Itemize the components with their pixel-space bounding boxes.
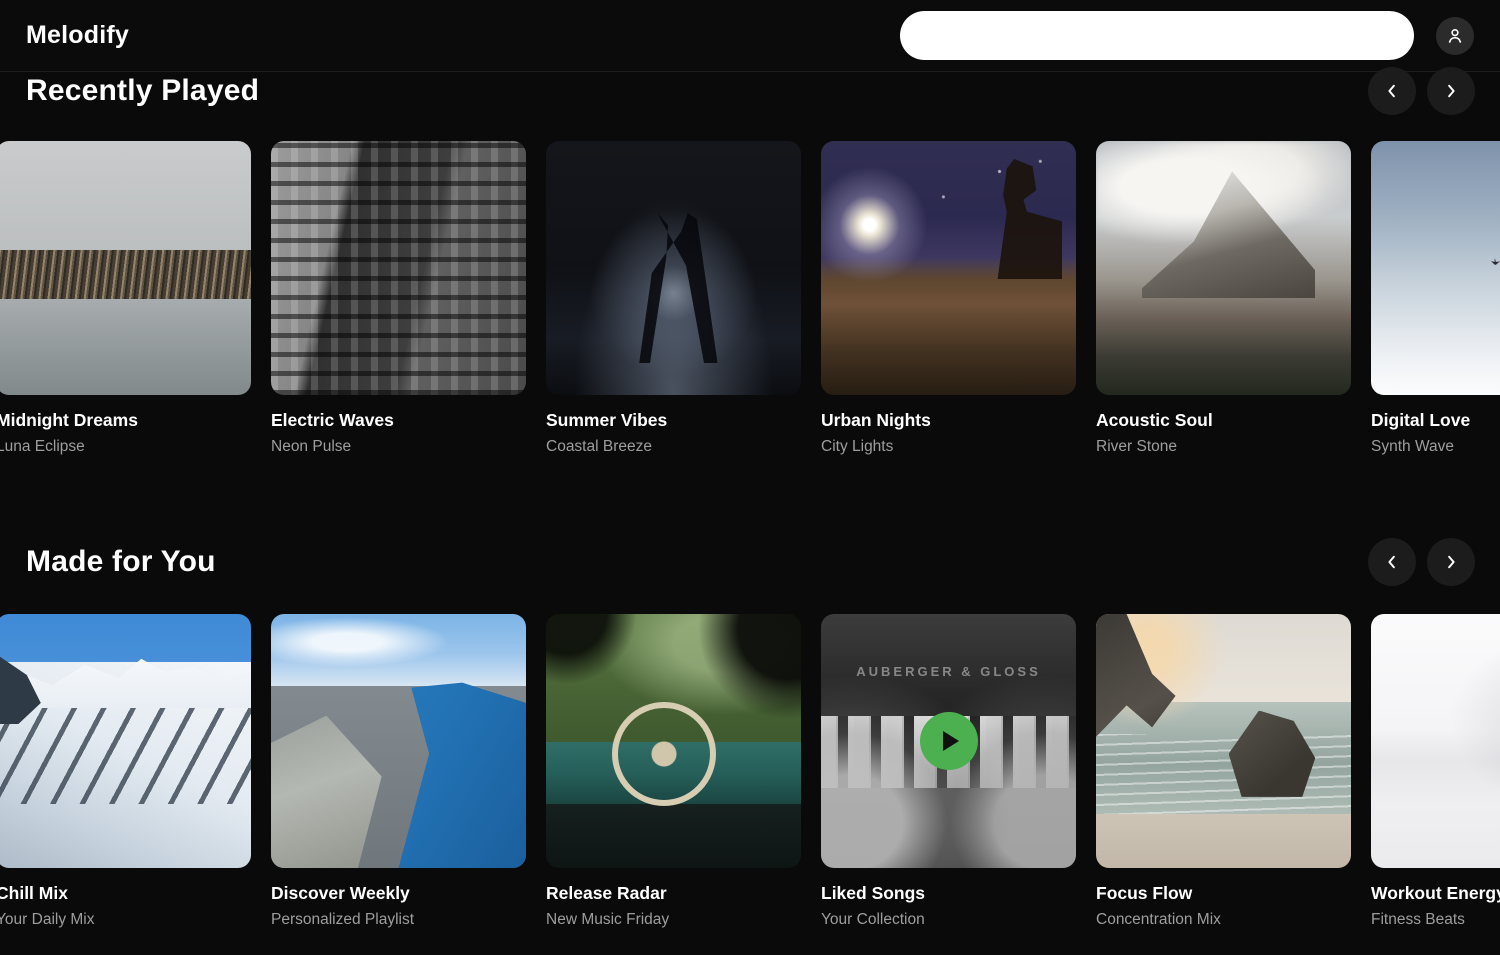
section-made-for-you: Made for You Chill Mix Your Daily Mix Di… bbox=[0, 538, 1500, 929]
card-subtitle: Personalized Playlist bbox=[271, 911, 526, 929]
album-cover bbox=[271, 141, 526, 395]
carousel-next-button[interactable] bbox=[1427, 538, 1475, 586]
user-icon bbox=[1445, 26, 1465, 46]
card-subtitle: Fitness Beats bbox=[1371, 911, 1500, 929]
app-logo[interactable]: Melodify bbox=[26, 21, 129, 50]
card-subtitle: Neon Pulse bbox=[271, 438, 526, 456]
card-title: Chill Mix bbox=[0, 883, 251, 904]
album-cover bbox=[1371, 141, 1500, 395]
section-title: Made for You bbox=[26, 545, 216, 579]
playlist-card[interactable]: Digital Love Synth Wave bbox=[1371, 141, 1500, 456]
album-cover bbox=[271, 614, 526, 868]
carousel-nav bbox=[1368, 538, 1475, 586]
chevron-right-icon bbox=[1442, 553, 1460, 571]
section-title: Recently Played bbox=[26, 74, 259, 108]
carousel-prev-button[interactable] bbox=[1368, 538, 1416, 586]
carousel-nav bbox=[1368, 67, 1475, 115]
play-button[interactable] bbox=[920, 712, 978, 770]
section-head: Made for You bbox=[0, 538, 1500, 586]
carousel-prev-button[interactable] bbox=[1368, 67, 1416, 115]
playlist-card[interactable]: Focus Flow Concentration Mix bbox=[1096, 614, 1351, 929]
topbar-right bbox=[900, 11, 1474, 60]
playlist-card[interactable]: Discover Weekly Personalized Playlist bbox=[271, 614, 526, 929]
card-title: Liked Songs bbox=[821, 883, 1076, 904]
playlist-card[interactable]: Workout Energy Fitness Beats bbox=[1371, 614, 1500, 929]
card-subtitle: New Music Friday bbox=[546, 911, 801, 929]
album-cover bbox=[0, 614, 251, 868]
playlist-card[interactable]: Urban Nights City Lights bbox=[821, 141, 1076, 456]
section-head: Recently Played bbox=[0, 67, 1500, 115]
chevron-right-icon bbox=[1442, 82, 1460, 100]
album-cover: AUBERGER & GLOSS bbox=[821, 614, 1076, 868]
card-title: Discover Weekly bbox=[271, 883, 526, 904]
card-subtitle: Concentration Mix bbox=[1096, 911, 1351, 929]
playlist-card[interactable]: Electric Waves Neon Pulse bbox=[271, 141, 526, 456]
card-title: Digital Love bbox=[1371, 410, 1500, 431]
album-cover bbox=[1096, 614, 1351, 868]
card-subtitle: Your Collection bbox=[821, 911, 1076, 929]
card-title: Midnight Dreams bbox=[0, 410, 251, 431]
chevron-left-icon bbox=[1383, 553, 1401, 571]
top-bar: Melodify bbox=[0, 0, 1500, 72]
card-title: Electric Waves bbox=[271, 410, 526, 431]
card-subtitle: Luna Eclipse bbox=[0, 438, 251, 456]
carousel: Midnight Dreams Luna Eclipse Electric Wa… bbox=[0, 141, 1500, 456]
album-cover bbox=[546, 614, 801, 868]
playlist-card[interactable]: AUBERGER & GLOSS Liked Songs Your Collec… bbox=[821, 614, 1076, 929]
album-cover bbox=[1096, 141, 1351, 395]
playlist-card[interactable]: Summer Vibes Coastal Breeze bbox=[546, 141, 801, 456]
card-title: Workout Energy bbox=[1371, 883, 1500, 904]
card-subtitle: City Lights bbox=[821, 438, 1076, 456]
carousel-next-button[interactable] bbox=[1427, 67, 1475, 115]
card-subtitle: River Stone bbox=[1096, 438, 1351, 456]
chevron-left-icon bbox=[1383, 82, 1401, 100]
playlist-card[interactable]: Release Radar New Music Friday bbox=[546, 614, 801, 929]
card-title: Summer Vibes bbox=[546, 410, 801, 431]
card-title: Release Radar bbox=[546, 883, 801, 904]
album-cover bbox=[546, 141, 801, 395]
playlist-card[interactable]: Chill Mix Your Daily Mix bbox=[0, 614, 251, 929]
piano-brand-text: AUBERGER & GLOSS bbox=[821, 664, 1076, 679]
card-subtitle: Coastal Breeze bbox=[546, 438, 801, 456]
card-title: Urban Nights bbox=[821, 410, 1076, 431]
play-icon bbox=[943, 731, 959, 751]
playlist-card[interactable]: Acoustic Soul River Stone bbox=[1096, 141, 1351, 456]
card-subtitle: Synth Wave bbox=[1371, 438, 1500, 456]
playlist-card[interactable]: Midnight Dreams Luna Eclipse bbox=[0, 141, 251, 456]
card-subtitle: Your Daily Mix bbox=[0, 911, 251, 929]
card-title: Focus Flow bbox=[1096, 883, 1351, 904]
card-title: Acoustic Soul bbox=[1096, 410, 1351, 431]
user-menu-button[interactable] bbox=[1436, 17, 1474, 55]
carousel: Chill Mix Your Daily Mix Discover Weekly… bbox=[0, 614, 1500, 929]
album-cover bbox=[0, 141, 251, 395]
search-input[interactable] bbox=[900, 11, 1414, 60]
section-recently-played: Recently Played Midnight Dreams Luna Ecl… bbox=[0, 67, 1500, 456]
album-cover bbox=[1371, 614, 1500, 868]
album-cover bbox=[821, 141, 1076, 395]
